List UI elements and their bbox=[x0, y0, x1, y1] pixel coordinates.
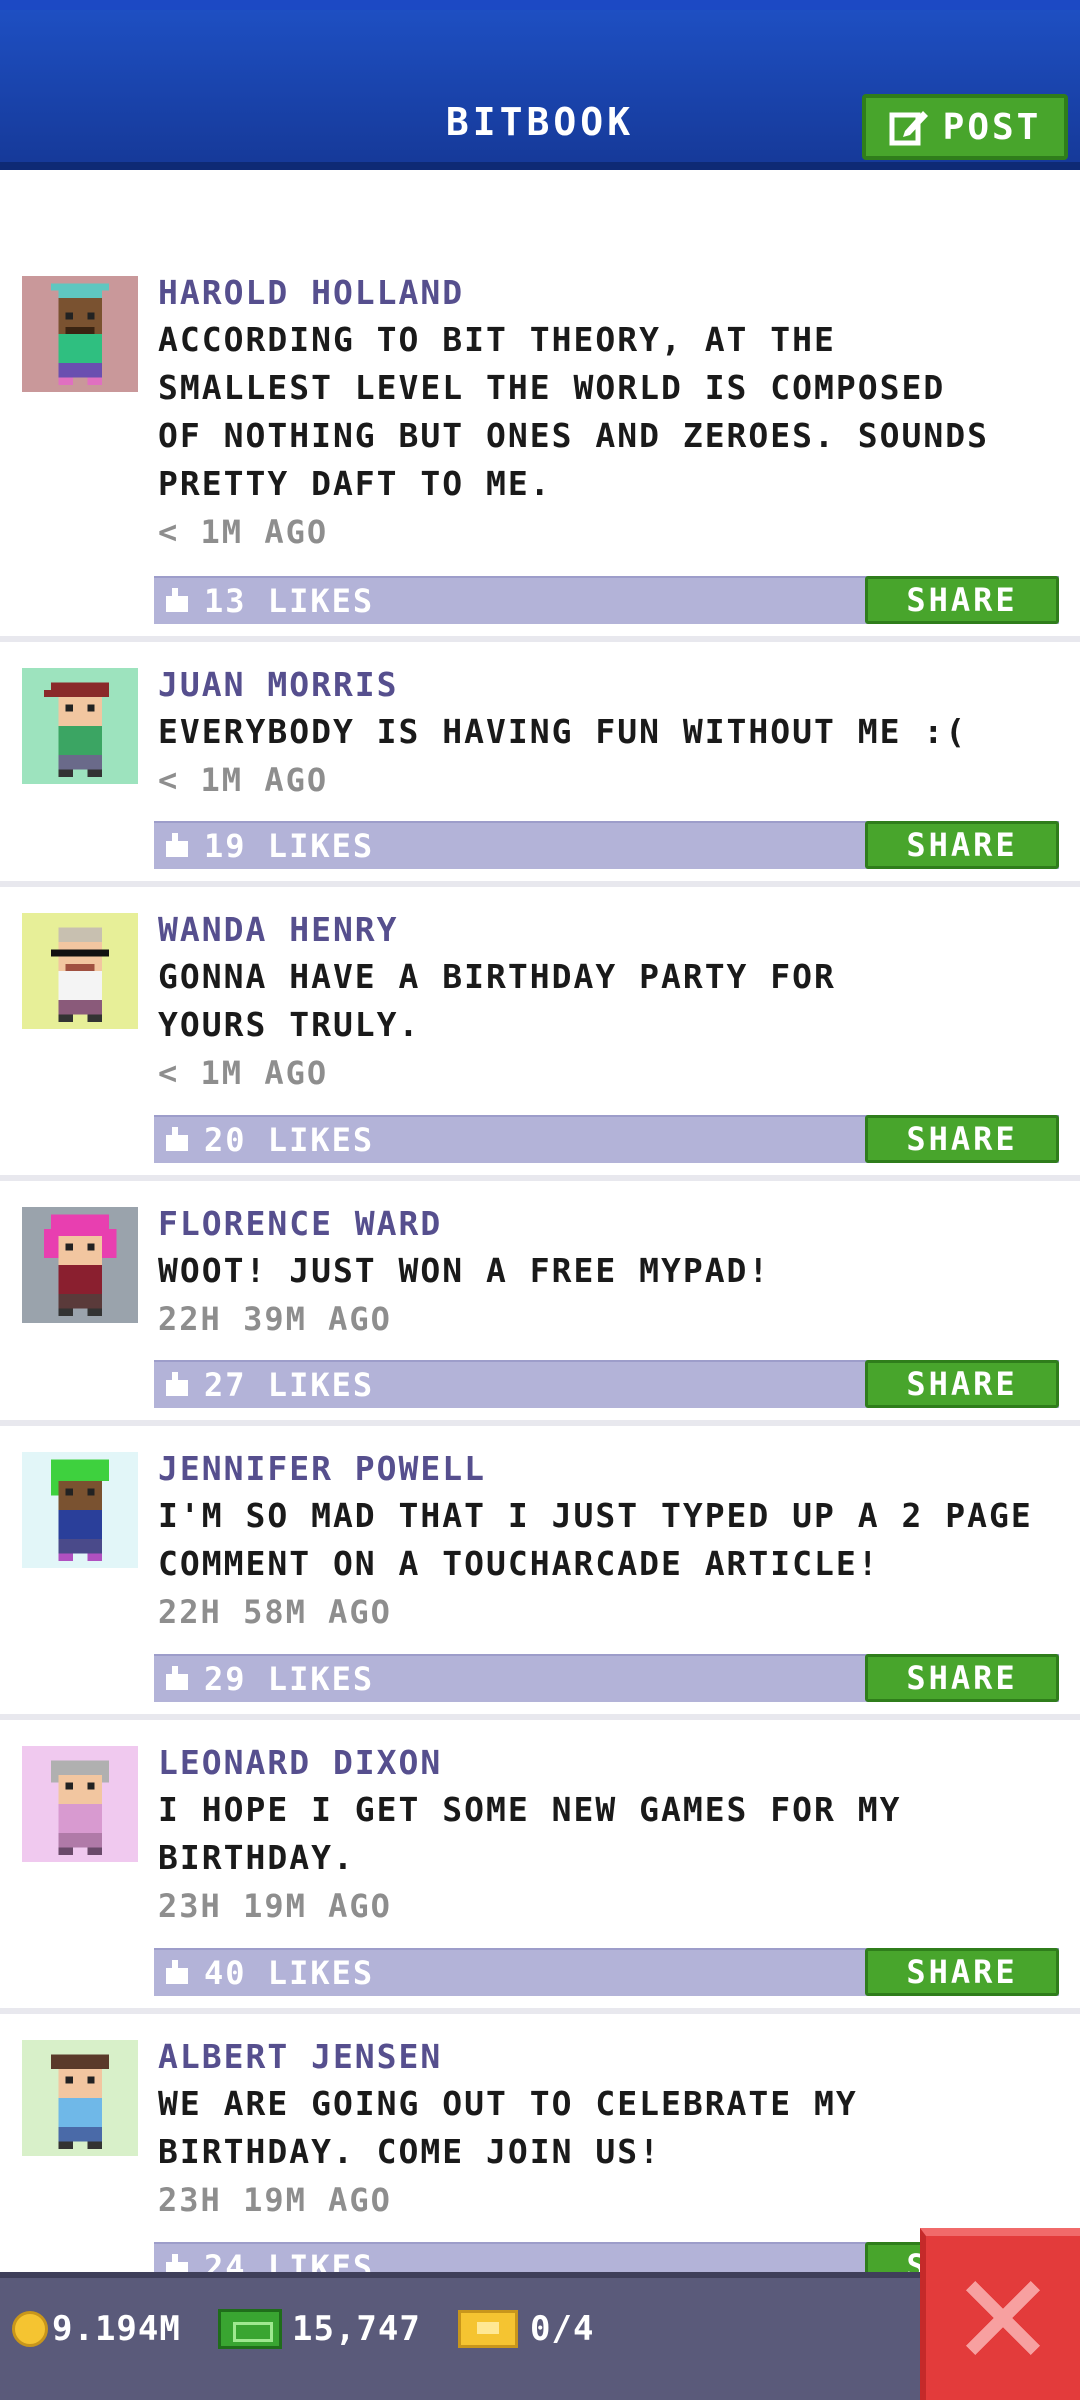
post-timestamp: < 1M AGO bbox=[158, 1054, 329, 1092]
post-author[interactable]: ALBERT JENSEN bbox=[158, 2034, 1066, 2080]
avatar[interactable] bbox=[22, 2040, 138, 2156]
feed-post: ALBERT JENSEN WE ARE GOING OUT TO CELEBR… bbox=[0, 2014, 1080, 2308]
like-count: 20 LIKES bbox=[204, 1121, 375, 1159]
post-timestamp: 23H 19M AGO bbox=[158, 2181, 392, 2219]
currency-bar: 9.194M 15,747 0/4 bbox=[0, 2272, 1080, 2400]
thumbs-up-icon[interactable] bbox=[164, 1960, 190, 1986]
like-count: 29 LIKES bbox=[204, 1660, 375, 1698]
avatar[interactable] bbox=[22, 1452, 138, 1568]
feed-post: HAROLD HOLLAND ACCORDING TO BIT THEORY, … bbox=[0, 250, 1080, 642]
share-button[interactable]: SHARE bbox=[865, 1115, 1059, 1163]
post-author[interactable]: WANDA HENRY bbox=[158, 907, 1066, 953]
thumbs-up-icon[interactable] bbox=[164, 588, 190, 614]
tickets-display: 0/4 bbox=[458, 2304, 594, 2354]
share-button[interactable]: SHARE bbox=[865, 1654, 1059, 1702]
post-timestamp: < 1M AGO bbox=[158, 761, 329, 799]
thumbs-up-icon[interactable] bbox=[164, 1666, 190, 1692]
like-count: 27 LIKES bbox=[204, 1366, 375, 1404]
coins-display: 9.194M bbox=[12, 2304, 181, 2354]
close-icon bbox=[966, 2281, 1040, 2355]
like-bar: 13 LIKES SHARE bbox=[154, 576, 1059, 624]
post-message: I HOPE I GET SOME NEW GAMES FOR MY BIRTH… bbox=[158, 1790, 902, 1877]
post-author[interactable]: JENNIFER POWELL bbox=[158, 1446, 1066, 1492]
feed-post: JENNIFER POWELL I'M SO MAD THAT I JUST T… bbox=[0, 1426, 1080, 1720]
avatar[interactable] bbox=[22, 668, 138, 784]
avatar[interactable] bbox=[22, 913, 138, 1029]
post-timestamp: 22H 39M AGO bbox=[158, 1300, 392, 1338]
thumbs-up-icon[interactable] bbox=[164, 1127, 190, 1153]
post-message: ACCORDING TO BIT THEORY, AT THE SMALLEST… bbox=[158, 320, 989, 503]
post-timestamp: < 1M AGO bbox=[158, 513, 329, 551]
post-timestamp: 23H 19M AGO bbox=[158, 1887, 392, 1925]
avatar[interactable] bbox=[22, 1207, 138, 1323]
compose-icon bbox=[889, 111, 928, 146]
like-bar: 20 LIKES SHARE bbox=[154, 1115, 1059, 1163]
feed-post: FLORENCE WARD WOOT! JUST WON A FREE MYPA… bbox=[0, 1181, 1080, 1426]
share-button[interactable]: SHARE bbox=[865, 821, 1059, 869]
like-count: 13 LIKES bbox=[204, 582, 375, 620]
post-message: I'M SO MAD THAT I JUST TYPED UP A 2 PAGE… bbox=[158, 1496, 1033, 1583]
post-author[interactable]: JUAN MORRIS bbox=[158, 662, 1066, 708]
share-button[interactable]: SHARE bbox=[865, 1360, 1059, 1408]
coin-icon bbox=[12, 2311, 48, 2347]
avatar[interactable] bbox=[22, 1746, 138, 1862]
like-bar: 29 LIKES SHARE bbox=[154, 1654, 1059, 1702]
like-bar: 19 LIKES SHARE bbox=[154, 821, 1059, 869]
post-message: WOOT! JUST WON A FREE MYPAD! bbox=[158, 1251, 771, 1290]
feed-post: JUAN MORRIS EVERYBODY IS HAVING FUN WITH… bbox=[0, 642, 1080, 887]
post-message: WE ARE GOING OUT TO CELEBRATE MY BIRTHDA… bbox=[158, 2084, 858, 2171]
post-author[interactable]: LEONARD DIXON bbox=[158, 1740, 1066, 1786]
header-bar: BITBOOK POST bbox=[0, 0, 1080, 170]
like-bar: 27 LIKES SHARE bbox=[154, 1360, 1059, 1408]
share-button[interactable]: SHARE bbox=[865, 576, 1059, 624]
share-button[interactable]: SHARE bbox=[865, 1948, 1059, 1996]
coins-value: 9.194M bbox=[52, 2309, 181, 2349]
post-message: EVERYBODY IS HAVING FUN WITHOUT ME :( bbox=[158, 712, 968, 751]
bux-value: 15,747 bbox=[292, 2309, 421, 2349]
like-count: 40 LIKES bbox=[204, 1954, 375, 1992]
ticket-icon bbox=[458, 2310, 518, 2348]
avatar[interactable] bbox=[22, 276, 138, 392]
post-message: GONNA HAVE A BIRTHDAY PARTY FOR YOURS TR… bbox=[158, 957, 836, 1044]
tickets-value: 0/4 bbox=[530, 2309, 595, 2349]
feed-post: LEONARD DIXON I HOPE I GET SOME NEW GAME… bbox=[0, 1720, 1080, 2014]
bux-display: 15,747 bbox=[218, 2304, 421, 2354]
post-timestamp: 22H 58M AGO bbox=[158, 1593, 392, 1631]
like-bar: 40 LIKES SHARE bbox=[154, 1948, 1059, 1996]
like-count: 19 LIKES bbox=[204, 827, 375, 865]
thumbs-up-icon[interactable] bbox=[164, 1372, 190, 1398]
post-button[interactable]: POST bbox=[862, 94, 1068, 160]
feed-post: WANDA HENRY GONNA HAVE A BIRTHDAY PARTY … bbox=[0, 887, 1080, 1181]
close-button[interactable] bbox=[920, 2228, 1080, 2400]
post-button-label: POST bbox=[942, 106, 1042, 148]
post-author[interactable]: HAROLD HOLLAND bbox=[158, 270, 1066, 316]
thumbs-up-icon[interactable] bbox=[164, 833, 190, 859]
post-author[interactable]: FLORENCE WARD bbox=[158, 1201, 1066, 1247]
bux-icon bbox=[218, 2309, 282, 2349]
